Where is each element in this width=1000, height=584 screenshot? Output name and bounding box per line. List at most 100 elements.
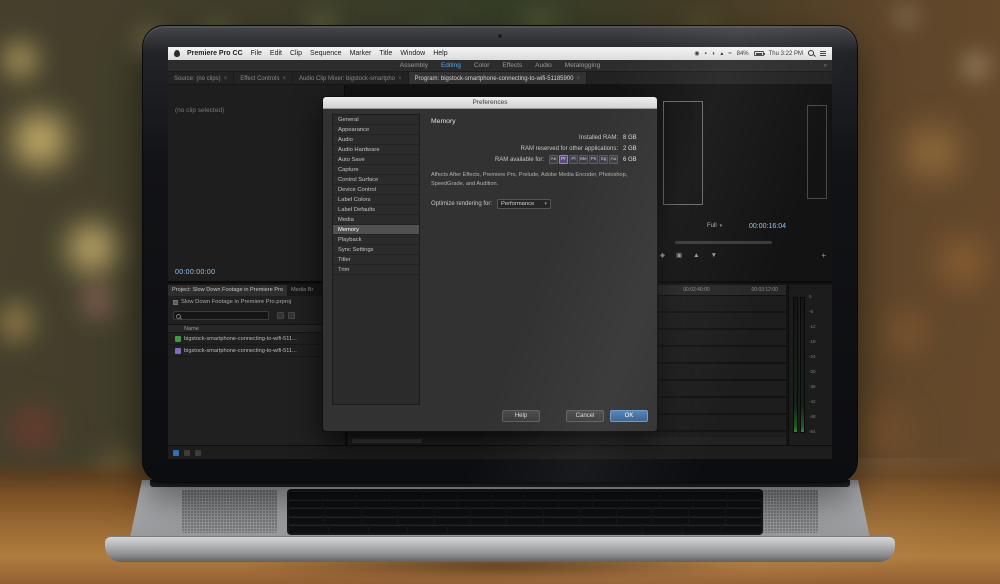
- prefs-category-sync-settings[interactable]: Sync Settings: [333, 245, 419, 255]
- app-menu-title[interactable]: Premiere Pro CC: [187, 50, 243, 57]
- prefs-category-control-surface[interactable]: Control Surface: [333, 175, 419, 185]
- workspace-tab-color[interactable]: Color: [474, 62, 490, 69]
- prefs-category-device-control[interactable]: Device Control: [333, 185, 419, 195]
- name-column-header[interactable]: Name: [168, 324, 345, 333]
- apple-icon[interactable]: [174, 50, 180, 57]
- keyboard-key: [390, 500, 423, 508]
- display-icon[interactable]: ▪: [705, 51, 707, 57]
- caret-down-icon: ▾: [545, 201, 548, 207]
- prefs-category-general[interactable]: General: [333, 115, 419, 125]
- wifi-icon[interactable]: ≈: [728, 51, 731, 57]
- ruler-label: 00:03:12:00: [752, 287, 778, 293]
- project-tab-2[interactable]: Media Br: [287, 285, 317, 296]
- help-button[interactable]: Help: [502, 410, 540, 422]
- close-icon[interactable]: ×: [282, 76, 286, 82]
- preferences-title-bar[interactable]: Preferences: [323, 97, 657, 109]
- bluetooth-icon[interactable]: ▴: [720, 51, 723, 57]
- keyboard-key: [580, 517, 615, 525]
- lift-icon[interactable]: ▲: [693, 253, 699, 260]
- workspace-tab-audio[interactable]: Audio: [535, 62, 552, 69]
- close-icon[interactable]: ×: [577, 76, 581, 82]
- keyboard-key: [435, 517, 470, 525]
- prefs-category-trim[interactable]: Trim: [333, 265, 419, 275]
- bottom-toolbar-icon-2[interactable]: [184, 450, 190, 456]
- prefs-category-memory[interactable]: Memory: [333, 225, 419, 235]
- laptop-base: [105, 480, 895, 568]
- workspace-tab-effects[interactable]: Effects: [502, 62, 522, 69]
- snap-icon[interactable]: [173, 450, 179, 456]
- project-file-row[interactable]: Slow Down Footage in Premiere Pro.prproj: [173, 299, 343, 305]
- video-frame-outline: [663, 101, 703, 205]
- prefs-category-audio[interactable]: Audio: [333, 135, 419, 145]
- prefs-category-titler[interactable]: Titler: [333, 255, 419, 265]
- panel-tab-effect-controls[interactable]: Effect Controls×: [234, 72, 293, 85]
- cancel-button[interactable]: Cancel: [566, 410, 604, 422]
- menu-edit[interactable]: Edit: [270, 50, 282, 57]
- keyboard-key: [661, 500, 694, 508]
- menu-file[interactable]: File: [251, 50, 262, 57]
- export-frame-icon[interactable]: ▣: [676, 253, 682, 260]
- keyboard-key: [398, 508, 433, 516]
- reserved-ram-row: RAM reserved for other applications: 2 G…: [427, 143, 647, 154]
- prefs-category-media[interactable]: Media: [333, 215, 419, 225]
- notification-center-icon[interactable]: [820, 51, 826, 56]
- prefs-category-playback[interactable]: Playback: [333, 235, 419, 245]
- project-tab-1[interactable]: Project: Slow Down Footage in Premiere P…: [168, 285, 287, 296]
- button-editor-icon[interactable]: +: [821, 251, 826, 260]
- volume-icon[interactable]: ◗: [712, 51, 716, 57]
- timeline-scrollbar[interactable]: [348, 437, 786, 445]
- extract-icon[interactable]: ▼: [711, 253, 717, 260]
- menu-marker[interactable]: Marker: [350, 50, 372, 57]
- prefs-category-auto-save[interactable]: Auto Save: [333, 155, 419, 165]
- prefs-category-list: GeneralAppearanceAudioAudio HardwareAuto…: [332, 114, 420, 405]
- menu-bar-clock[interactable]: Thu 3:22 PM: [769, 51, 803, 57]
- workspace-tab-assembly[interactable]: Assembly: [400, 62, 428, 69]
- clip-name: bigstock-smartphone-connecting-to-wifi-5…: [184, 348, 297, 354]
- icon-view-icon[interactable]: [288, 312, 295, 319]
- panel-tab-label: Effect Controls: [240, 76, 279, 82]
- preferences-dialog: Preferences GeneralAppearanceAudioAudio …: [322, 96, 658, 432]
- prefs-category-label-defaults[interactable]: Label Defaults: [333, 205, 419, 215]
- menu-sequence[interactable]: Sequence: [310, 50, 342, 57]
- prefs-category-appearance[interactable]: Appearance: [333, 125, 419, 135]
- prefs-category-capture[interactable]: Capture: [333, 165, 419, 175]
- optimize-rendering-select[interactable]: Performance ▾: [497, 199, 551, 209]
- close-icon[interactable]: ×: [224, 76, 228, 82]
- workspace-tab-metalogging[interactable]: Metalogging: [565, 62, 600, 69]
- bottom-toolbar-icon-3[interactable]: [195, 450, 201, 456]
- meter-tick: -30: [809, 370, 816, 375]
- spotlight-icon[interactable]: [808, 50, 815, 57]
- meter-tick: -48: [809, 415, 816, 420]
- menu-title[interactable]: Title: [379, 50, 392, 57]
- workspace-tab-editing[interactable]: Editing: [441, 62, 461, 69]
- close-icon[interactable]: ×: [398, 76, 402, 82]
- project-item[interactable]: bigstock-smartphone-connecting-to-wifi-5…: [168, 333, 345, 345]
- project-search-input[interactable]: [183, 312, 267, 319]
- ok-button[interactable]: OK: [610, 410, 648, 422]
- panel-tab-label: Source: (no clips): [174, 76, 221, 82]
- reserved-ram-label: RAM reserved for other applications:: [521, 146, 618, 152]
- creative-cloud-icon[interactable]: ◉: [694, 51, 699, 57]
- audio-meter-bar-right: [800, 297, 805, 433]
- menu-window[interactable]: Window: [400, 50, 425, 57]
- keyboard-key: [329, 525, 368, 533]
- project-item[interactable]: bigstock-smartphone-connecting-to-wifi-5…: [168, 345, 345, 357]
- timeline-scrollbar-thumb[interactable]: [352, 439, 422, 443]
- prefs-category-audio-hardware[interactable]: Audio Hardware: [333, 145, 419, 155]
- program-zoom-value: Full: [707, 223, 717, 229]
- panel-tab-program[interactable]: Program: bigstock-smartphone-connecting-…: [409, 72, 587, 85]
- program-zoom-select[interactable]: Full ▾: [707, 223, 722, 229]
- program-zoom-scrollbar[interactable]: [675, 241, 772, 244]
- add-marker-icon[interactable]: ◆: [660, 253, 665, 260]
- list-view-icon[interactable]: [277, 312, 284, 319]
- search-icon: [176, 314, 180, 318]
- panel-tab-source[interactable]: Source: (no clips)×: [168, 72, 234, 85]
- menu-help[interactable]: Help: [433, 50, 447, 57]
- panel-tab-audio-clip-mixer[interactable]: Audio Clip Mixer: bigstock-smartpho×: [293, 72, 409, 85]
- prefs-category-label-colors[interactable]: Label Colors: [333, 195, 419, 205]
- installed-ram-value: 8 GB: [623, 135, 647, 141]
- menu-clip[interactable]: Clip: [290, 50, 302, 57]
- keyboard-key: [559, 491, 592, 499]
- project-search-box[interactable]: [173, 311, 269, 320]
- chevrons-right-icon[interactable]: »: [824, 60, 827, 72]
